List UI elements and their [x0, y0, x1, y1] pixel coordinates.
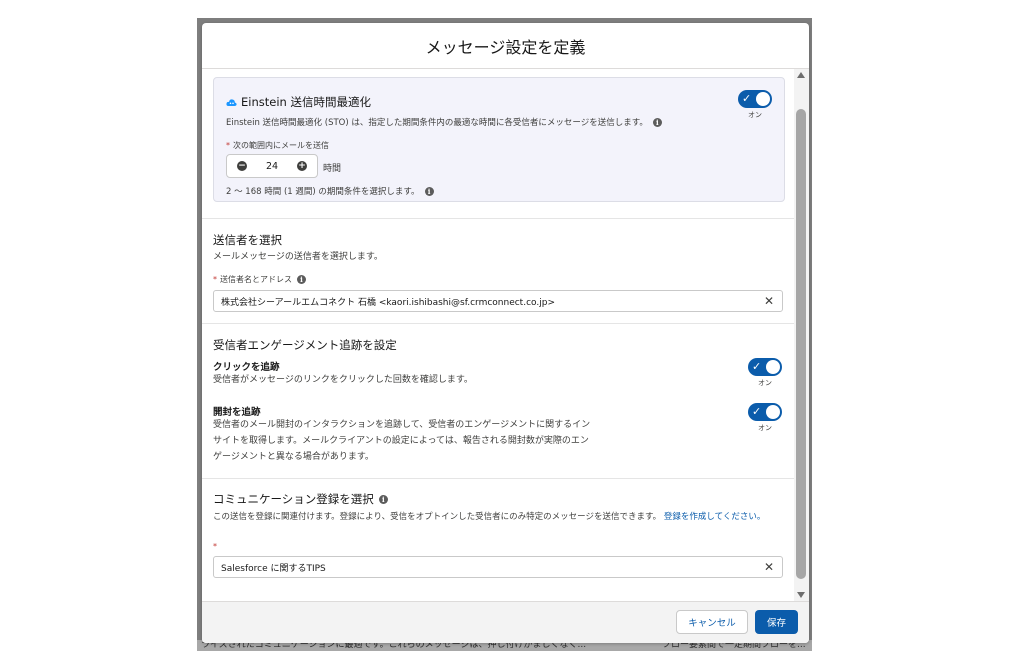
modal-title: メッセージ設定を定義 [425, 37, 586, 57]
send-window-label: * 次の範囲内にメールを送信 [226, 140, 329, 151]
sender-value: 株式会社シーアールエムコネクト 石橋 <kaori.ishibashi@sf.c… [221, 297, 555, 308]
communication-combobox[interactable]: Salesforce に関するTIPS ✕ [213, 556, 783, 578]
info-icon[interactable]: i [297, 275, 306, 284]
hours-unit-label: 時間 [323, 164, 342, 174]
open-tracking-toggle[interactable]: ✓ オン [748, 403, 782, 433]
section-divider [202, 478, 794, 479]
communication-description-text: この送信を登録に関連付けます。登録により、受信をオプトインした受信者にのみ特定の… [213, 512, 662, 522]
check-icon: ✓ [742, 92, 752, 105]
info-icon[interactable]: i [378, 494, 388, 504]
toggle-knob [756, 92, 770, 106]
toggle-switch[interactable]: ✓ [738, 90, 772, 108]
communication-title-text: コミュニケーション登録を選択 [213, 492, 374, 506]
toggle-knob [766, 405, 780, 419]
einstein-title-row: Einstein 送信時間最適化 [226, 92, 371, 111]
einstein-title: Einstein 送信時間最適化 [241, 94, 371, 109]
engagement-section-title: 受信者エンゲージメント追跡を設定 [213, 338, 397, 352]
range-help-label: 2 〜 168 時間 (1 週間) の期間条件を選択します。 [226, 187, 420, 197]
click-tracking-title: クリックを追跡 [213, 362, 280, 373]
sender-combobox[interactable]: 株式会社シーアールエムコネクト 石橋 <kaori.ishibashi@sf.c… [213, 290, 783, 312]
create-subscription-link[interactable]: 登録を作成してください。 [664, 512, 766, 522]
scroll-up-icon[interactable] [797, 72, 805, 78]
toggle-state-label: オン [748, 111, 762, 119]
communication-description: この送信を登録に関連付けます。登録により、受信をオプトインした受信者にのみ特定の… [213, 510, 783, 525]
section-divider [202, 323, 794, 324]
communication-value: Salesforce に関するTIPS [221, 563, 326, 574]
scroll-down-icon[interactable] [797, 592, 805, 598]
required-indicator: * [213, 542, 217, 551]
sender-field-label-text: 送信者名とアドレス [220, 275, 292, 284]
hours-input[interactable]: 24 [266, 161, 278, 172]
info-icon[interactable]: i [424, 186, 434, 196]
toggle-switch[interactable]: ✓ [748, 358, 782, 376]
communication-section-title: コミュニケーション登録を選択 i [213, 491, 388, 507]
close-icon[interactable]: ✕ [764, 560, 774, 574]
toggle-state-label: オン [758, 424, 772, 432]
scroll-thumb[interactable] [796, 109, 806, 579]
section-divider [202, 218, 794, 219]
einstein-description-text: Einstein 送信時間最適化 (STO) は、指定した期間条件内の最適な時間… [226, 118, 648, 128]
einstein-sto-card: Einstein 送信時間最適化 Einstein 送信時間最適化 (STO) … [213, 77, 785, 202]
close-icon[interactable]: ✕ [764, 294, 774, 308]
open-tracking-title: 開封を追跡 [213, 407, 261, 418]
click-tracking-toggle[interactable]: ✓ オン [748, 358, 782, 388]
sender-field-label: * 送信者名とアドレス i [213, 274, 306, 285]
hours-stepper: − 24 + [226, 154, 318, 178]
click-tracking-description: 受信者がメッセージのリンクをクリックした回数を確認します。 [213, 375, 473, 385]
save-button[interactable]: 保存 [755, 610, 798, 634]
modal-footer: キャンセル 保存 [202, 601, 809, 643]
required-indicator: * [213, 275, 217, 284]
cloud-icon [226, 92, 237, 111]
toggle-state-label: オン [758, 379, 772, 387]
communication-required-label: * [213, 542, 220, 551]
send-window-label-text: 次の範囲内にメールを送信 [233, 141, 329, 150]
range-help-text: 2 〜 168 時間 (1 週間) の期間条件を選択します。 i [226, 185, 434, 197]
modal-scrollbar[interactable] [794, 69, 809, 601]
sender-section-title: 送信者を選択 [213, 233, 282, 247]
message-settings-modal: メッセージ設定を定義 Einstein 送信時間最適化 Einstein 送信時… [202, 23, 809, 643]
toggle-switch[interactable]: ✓ [748, 403, 782, 421]
check-icon: ✓ [752, 360, 762, 373]
minus-icon[interactable]: − [237, 161, 247, 171]
toggle-knob [766, 360, 780, 374]
info-icon[interactable]: i [652, 117, 662, 127]
einstein-description: Einstein 送信時間最適化 (STO) は、指定した期間条件内の最適な時間… [226, 116, 662, 128]
einstein-toggle[interactable]: ✓ オン [738, 90, 772, 120]
modal-body: Einstein 送信時間最適化 Einstein 送信時間最適化 (STO) … [202, 69, 809, 601]
modal-header: メッセージ設定を定義 [202, 23, 809, 69]
plus-icon[interactable]: + [297, 161, 307, 171]
sender-section-subtitle: メールメッセージの送信者を選択します。 [213, 252, 383, 262]
cancel-button[interactable]: キャンセル [676, 610, 748, 634]
open-tracking-description: 受信者のメール開封のインタラクションを追跡して、受信者のエンゲージメントに関する… [213, 420, 591, 462]
required-indicator: * [226, 141, 230, 150]
check-icon: ✓ [752, 405, 762, 418]
